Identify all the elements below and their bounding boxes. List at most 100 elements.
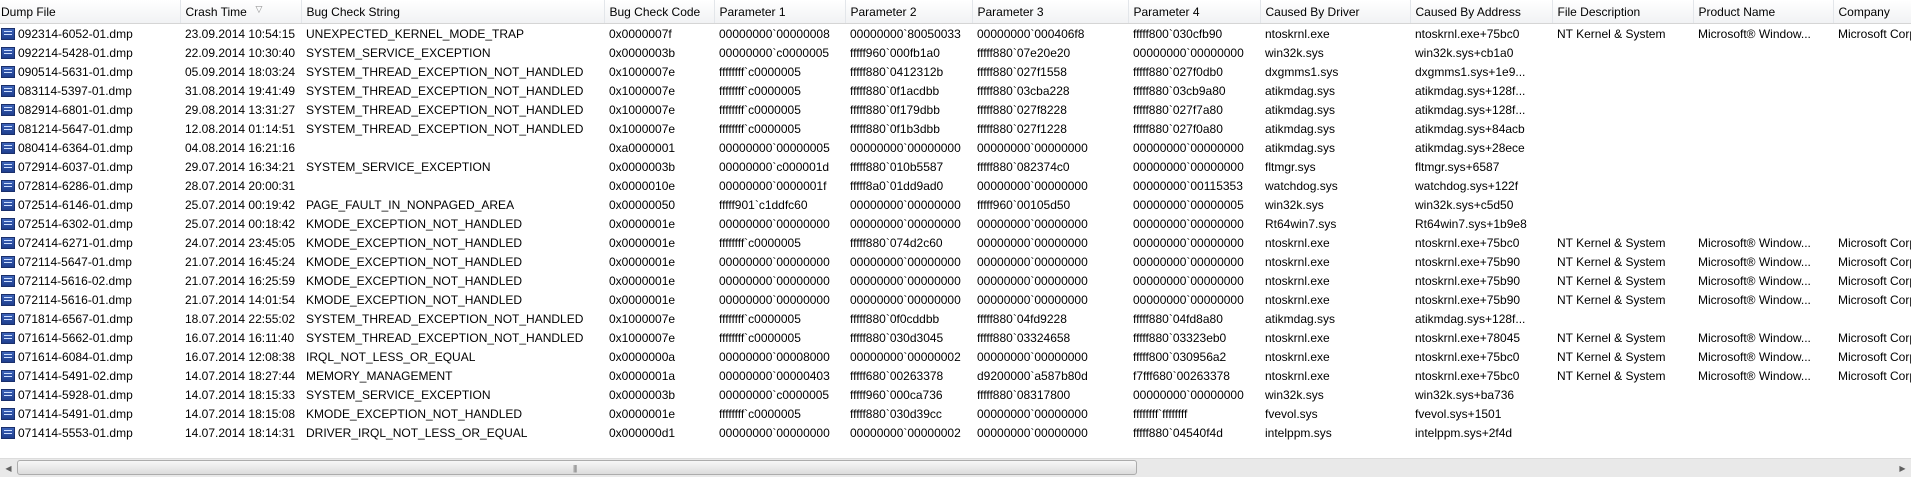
cell-text: ntoskrnl.exe: [1265, 235, 1330, 250]
column-header-parameter-3[interactable]: Parameter 3: [972, 0, 1129, 24]
column-header-bug-check-string[interactable]: Bug Check String: [301, 0, 605, 24]
column-header-product-name[interactable]: Product Name: [1693, 0, 1834, 24]
cell-caused-by-address: fltmgr.sys+6587: [1410, 157, 1552, 176]
table-row[interactable]: 071414-5553-01.dmp 14.07.2014 18:14:31 DRI…: [0, 423, 1911, 442]
cell-parameter-4: fffff800`030956a2: [1128, 347, 1260, 366]
table-row[interactable]: 072814-6286-01.dmp 28.07.2014 20:00:31 0x0…: [0, 176, 1911, 195]
cell-parameter-4: f7fff680`00263378: [1128, 366, 1260, 385]
cell-parameter-1: 00000000`00000000: [714, 252, 845, 271]
column-header-crash-time[interactable]: Crash Time ▽: [180, 0, 302, 24]
cell-parameter-4: 00000000`00000000: [1128, 271, 1260, 290]
column-header-dump-file[interactable]: Dump File: [0, 0, 181, 24]
cell-text: 24.07.2014 23:45:05: [185, 235, 296, 250]
cell-text: 14.07.2014 18:15:08: [185, 406, 296, 421]
cell-parameter-1: 00000000`c0000005: [714, 43, 845, 62]
cell-caused-by-driver: ntoskrnl.exe: [1260, 366, 1410, 385]
cell-product-name: [1693, 62, 1833, 81]
cell-company: [1833, 385, 1911, 404]
cell-parameter-3: 00000000`00000000: [972, 404, 1128, 423]
cell-text: 00000000`00000000: [977, 425, 1088, 440]
cell-parameter-2: fffff880`0f1b3dbb: [845, 119, 972, 138]
table-row[interactable]: 072114-5616-01.dmp 21.07.2014 14:01:54 KMO…: [0, 290, 1911, 309]
cell-parameter-1: fffff901`c1ddfc60: [714, 195, 845, 214]
cell-parameter-2: 00000000`00000002: [845, 423, 972, 442]
column-header-company[interactable]: Company: [1833, 0, 1911, 24]
cell-caused-by-driver: intelppm.sys: [1260, 423, 1410, 442]
cell-bug-check-code: 0x0000010e: [604, 176, 714, 195]
cell-text: 0x0000003b: [609, 387, 676, 402]
dump-file-icon: [1, 407, 15, 420]
cell-text: 00000000`00000000: [977, 216, 1088, 231]
table-row[interactable]: 080414-6364-01.dmp 04.08.2014 16:21:16 0xa…: [0, 138, 1911, 157]
scroll-left-icon[interactable]: ◀: [0, 459, 17, 477]
column-header-label: File Description: [1557, 4, 1641, 19]
cell-product-name: [1693, 309, 1833, 328]
cell-text: 16.07.2014 12:08:38: [185, 349, 296, 364]
table-row[interactable]: 082914-6801-01.dmp 29.08.2014 13:31:27 SYS…: [0, 100, 1911, 119]
horizontal-scrollbar[interactable]: ◀ ||| ▶: [0, 458, 1911, 477]
table-row[interactable]: 071614-6084-01.dmp 16.07.2014 12:08:38 IRQ…: [0, 347, 1911, 366]
table-row[interactable]: 072114-5616-02.dmp 21.07.2014 16:25:59 KMO…: [0, 271, 1911, 290]
cell-caused-by-address: dxgmms1.sys+1e9...: [1410, 62, 1552, 81]
cell-product-name: [1693, 100, 1833, 119]
cell-crash-time: 28.07.2014 20:00:31: [180, 176, 301, 195]
cell-parameter-4: fffff880`04fd8a80: [1128, 309, 1260, 328]
column-header-caused-by-address[interactable]: Caused By Address: [1410, 0, 1553, 24]
cell-parameter-3: fffff960`00105d50: [972, 195, 1128, 214]
table-row[interactable]: 071614-5662-01.dmp 16.07.2014 16:11:40 SYS…: [0, 328, 1911, 347]
column-header-bug-check-code[interactable]: Bug Check Code: [604, 0, 715, 24]
column-header-parameter-2[interactable]: Parameter 2: [845, 0, 973, 24]
cell-text: dxgmms1.sys: [1265, 64, 1339, 79]
table-row[interactable]: 072114-5647-01.dmp 21.07.2014 16:45:24 KMO…: [0, 252, 1911, 271]
table-row[interactable]: 072414-6271-01.dmp 24.07.2014 23:45:05 KMO…: [0, 233, 1911, 252]
cell-product-name: [1693, 138, 1833, 157]
cell-bug-check-string: IRQL_NOT_LESS_OR_EQUAL: [301, 347, 604, 366]
cell-text: 0x1000007e: [609, 83, 676, 98]
table-row[interactable]: 092314-6052-01.dmp 23.09.2014 10:54:15 UNE…: [0, 24, 1911, 44]
cell-caused-by-driver: ntoskrnl.exe: [1260, 290, 1410, 309]
cell-text: ntoskrnl.exe+75b90: [1415, 273, 1521, 288]
cell-text: 083114-5397-01.dmp: [18, 83, 132, 98]
cell-text: fvevol.sys: [1265, 406, 1318, 421]
cell-parameter-1: 00000000`c000001d: [714, 157, 845, 176]
table-row[interactable]: 071414-5491-02.dmp 14.07.2014 18:27:44 MEM…: [0, 366, 1911, 385]
cell-caused-by-address: ntoskrnl.exe+75bc0: [1410, 366, 1552, 385]
table-row[interactable]: 071414-5491-01.dmp 14.07.2014 18:15:08 KMO…: [0, 404, 1911, 423]
cell-file-description: [1552, 157, 1693, 176]
column-header-file-description[interactable]: File Description: [1552, 0, 1694, 24]
cell-text: fffff880`04540f4d: [1133, 425, 1223, 440]
column-header-parameter-4[interactable]: Parameter 4: [1128, 0, 1261, 24]
cell-product-name: Microsoft® Window...: [1693, 252, 1833, 271]
table-row[interactable]: 092214-5428-01.dmp 22.09.2014 10:30:40 SYS…: [0, 43, 1911, 62]
cell-text: 092214-5428-01.dmp: [18, 45, 133, 60]
cell-parameter-4: 00000000`00000000: [1128, 43, 1260, 62]
cell-text: fffff880`010b5587: [850, 159, 944, 174]
cell-bug-check-code: 0x0000001e: [604, 214, 714, 233]
cell-parameter-4: 00000000`00000000: [1128, 233, 1260, 252]
cell-file-description: [1552, 385, 1693, 404]
cell-text: 0x1000007e: [609, 64, 676, 79]
cell-text: 072114-5616-02.dmp: [18, 273, 132, 288]
table-row[interactable]: 072514-6146-01.dmp 25.07.2014 00:19:42 PAG…: [0, 195, 1911, 214]
cell-bug-check-string: SYSTEM_THREAD_EXCEPTION_NOT_HANDLED: [301, 81, 604, 100]
table-row[interactable]: 071814-6567-01.dmp 18.07.2014 22:55:02 SYS…: [0, 309, 1911, 328]
scroll-right-icon[interactable]: ▶: [1894, 459, 1911, 477]
column-header-parameter-1[interactable]: Parameter 1: [714, 0, 846, 24]
cell-caused-by-address: atikmdag.sys+128f...: [1410, 81, 1552, 100]
cell-parameter-1: ffffffff`c0000005: [714, 81, 845, 100]
cell-text: 082914-6801-01.dmp: [18, 102, 133, 117]
table-row[interactable]: 090514-5631-01.dmp 05.09.2014 18:03:24 SYS…: [0, 62, 1911, 81]
table-row[interactable]: 072914-6037-01.dmp 29.07.2014 16:34:21 SYS…: [0, 157, 1911, 176]
cell-text: atikmdag.sys+128f...: [1415, 102, 1526, 117]
cell-text: Rt64win7.sys: [1265, 216, 1337, 231]
cell-caused-by-driver: fltmgr.sys: [1260, 157, 1410, 176]
cell-company: [1833, 309, 1911, 328]
table-row[interactable]: 081214-5647-01.dmp 12.08.2014 01:14:51 SYS…: [0, 119, 1911, 138]
table-row[interactable]: 083114-5397-01.dmp 31.08.2014 19:41:49 SYS…: [0, 81, 1911, 100]
scrollbar-thumb[interactable]: |||: [17, 460, 1137, 475]
cell-text: MEMORY_MANAGEMENT: [306, 368, 453, 383]
column-header-caused-by-driver[interactable]: Caused By Driver: [1260, 0, 1411, 24]
cell-company: [1833, 100, 1911, 119]
table-row[interactable]: 072514-6302-01.dmp 25.07.2014 00:18:42 KMO…: [0, 214, 1911, 233]
table-row[interactable]: 071414-5928-01.dmp 14.07.2014 18:15:33 SYS…: [0, 385, 1911, 404]
